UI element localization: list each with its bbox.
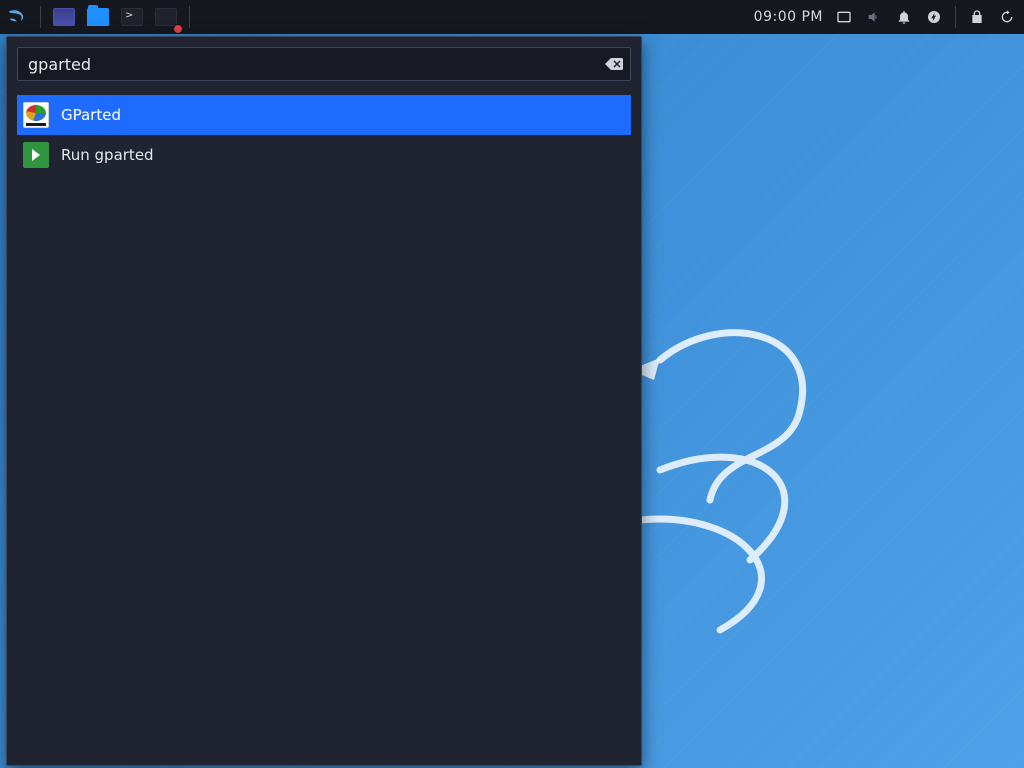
power-manager-icon[interactable] — [925, 8, 943, 26]
show-desktop-button[interactable] — [49, 2, 79, 32]
run-icon — [23, 142, 49, 168]
tray-separator — [955, 6, 956, 28]
panel-separator — [40, 6, 41, 28]
volume-icon[interactable] — [865, 8, 883, 26]
file-manager-button[interactable] — [83, 2, 113, 32]
top-panel: 09:00 PM — [0, 0, 1024, 34]
result-gparted[interactable]: GParted — [17, 95, 631, 135]
panel-separator — [189, 6, 190, 28]
lock-screen-icon[interactable] — [968, 8, 986, 26]
gparted-icon — [23, 102, 49, 128]
folder-icon — [87, 8, 109, 26]
panel-left-group — [0, 0, 196, 34]
search-wrap — [17, 47, 631, 81]
result-label: Run gparted — [61, 146, 154, 164]
terminal-icon — [121, 8, 143, 26]
search-input[interactable] — [17, 47, 631, 81]
result-label: GParted — [61, 106, 121, 124]
app-menu-button[interactable] — [2, 2, 32, 32]
panel-right-group: 09:00 PM — [754, 0, 1024, 34]
terminal-button[interactable] — [117, 2, 147, 32]
application-menu-popup: GParted Run gparted — [6, 36, 642, 766]
search-results: GParted Run gparted — [17, 95, 631, 175]
root-badge-icon — [173, 24, 183, 34]
desktop-icon — [53, 8, 75, 26]
terminal-root-button[interactable] — [151, 2, 181, 32]
backspace-icon — [605, 57, 623, 71]
notifications-icon[interactable] — [895, 8, 913, 26]
terminal-root-icon — [155, 8, 177, 26]
result-run-gparted[interactable]: Run gparted — [17, 135, 631, 175]
clock[interactable]: 09:00 PM — [754, 9, 823, 25]
wallpaper-dragon — [600, 300, 960, 660]
workspace-switcher-icon[interactable] — [835, 8, 853, 26]
clear-search-button[interactable] — [605, 57, 623, 71]
logout-icon[interactable] — [998, 8, 1016, 26]
